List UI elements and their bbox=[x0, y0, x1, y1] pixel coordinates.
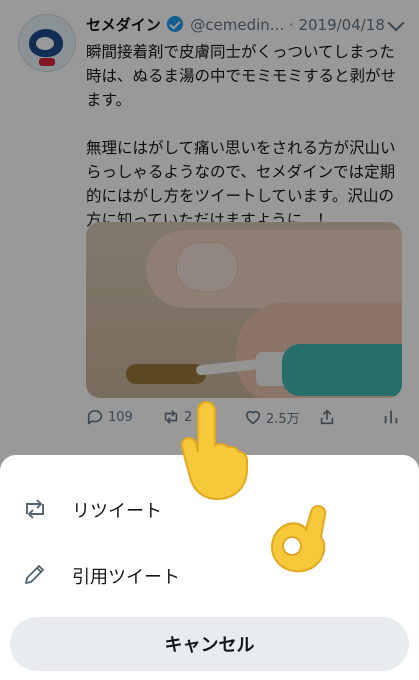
quote-tweet-option[interactable]: 引用ツイート bbox=[0, 545, 419, 605]
pointing-hand-icon bbox=[180, 400, 248, 501]
pencil-icon bbox=[25, 565, 44, 584]
retweet-option-label: リツイート bbox=[72, 501, 162, 522]
quote-tweet-option-label: 引用ツイート bbox=[72, 567, 180, 588]
cancel-button-label: キャンセル bbox=[164, 635, 255, 656]
cancel-button[interactable]: キャンセル bbox=[10, 617, 409, 671]
retweet-icon bbox=[26, 499, 44, 519]
ok-hand-icon bbox=[270, 504, 327, 573]
